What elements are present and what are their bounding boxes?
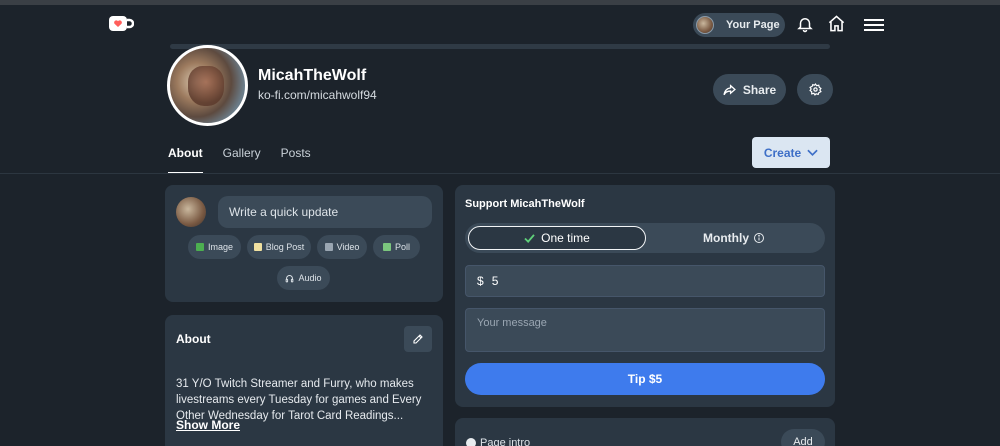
blog-post-chip[interactable]: Blog Post bbox=[247, 235, 311, 259]
avatar bbox=[176, 197, 206, 227]
quick-update-input[interactable]: Write a quick update bbox=[218, 196, 432, 228]
info-icon bbox=[754, 233, 764, 243]
tip-button[interactable]: Tip $5 bbox=[465, 363, 825, 395]
share-label: Share bbox=[742, 82, 777, 97]
monthly-option[interactable]: Monthly bbox=[646, 226, 822, 250]
blog-post-icon bbox=[253, 243, 262, 251]
support-card: Support MicahTheWolf One time Monthly $ … bbox=[455, 185, 835, 407]
avatar bbox=[696, 16, 714, 34]
about-text: 31 Y/O Twitch Streamer and Furry, who ma… bbox=[176, 378, 422, 422]
check-icon bbox=[524, 233, 535, 243]
tab-gallery[interactable]: Gallery bbox=[223, 140, 261, 174]
tabs-divider bbox=[0, 173, 1000, 174]
payment-frequency-toggle: One time Monthly bbox=[465, 223, 825, 253]
your-page-button[interactable]: Your Page bbox=[693, 13, 785, 37]
cover-edge bbox=[170, 44, 830, 49]
show-more-link[interactable]: Show More bbox=[176, 418, 240, 432]
amount-value: 5 bbox=[491, 274, 499, 288]
bell-icon[interactable] bbox=[794, 13, 816, 35]
headphones-icon bbox=[286, 274, 294, 282]
page-intro-label: Page intro bbox=[466, 437, 530, 446]
page-intro-icon bbox=[466, 438, 476, 446]
tab-posts[interactable]: Posts bbox=[281, 140, 311, 174]
image-chip[interactable]: Image bbox=[188, 235, 241, 259]
image-icon bbox=[195, 243, 204, 251]
support-title: Support MicahTheWolf bbox=[465, 198, 585, 210]
page-intro-card: Page intro Add bbox=[455, 418, 835, 446]
edit-about-button[interactable] bbox=[404, 326, 432, 352]
profile-avatar bbox=[167, 45, 248, 126]
your-page-label: Your Page bbox=[726, 19, 780, 31]
kofi-cup-logo-icon[interactable] bbox=[108, 14, 135, 34]
add-button[interactable]: Add bbox=[781, 429, 825, 446]
top-navbar: Your Page bbox=[0, 5, 1000, 43]
settings-button[interactable] bbox=[797, 74, 833, 105]
create-button[interactable]: Create bbox=[752, 137, 830, 168]
create-label: Create bbox=[763, 145, 802, 160]
video-icon bbox=[324, 243, 333, 251]
currency-symbol: $ bbox=[477, 274, 484, 288]
home-icon[interactable] bbox=[825, 12, 847, 34]
video-chip[interactable]: Video bbox=[317, 235, 367, 259]
share-icon bbox=[723, 83, 736, 95]
amount-input[interactable]: $ 5 bbox=[465, 265, 825, 297]
edit-icon bbox=[413, 334, 423, 344]
hamburger-menu-icon[interactable] bbox=[862, 14, 886, 36]
profile-url[interactable]: ko-fi.com/micahwolf94 bbox=[258, 88, 377, 102]
about-title: About bbox=[176, 332, 211, 346]
message-textarea[interactable]: Your message bbox=[465, 308, 825, 352]
gear-icon bbox=[808, 83, 822, 96]
chevron-down-icon bbox=[807, 149, 818, 156]
about-card: About 31 Y/O Twitch Streamer and Furry, … bbox=[165, 315, 443, 446]
share-button[interactable]: Share bbox=[713, 74, 786, 105]
poll-chip[interactable]: Poll bbox=[373, 235, 420, 259]
poll-icon bbox=[382, 243, 391, 251]
profile-tabs: About Gallery Posts bbox=[168, 140, 311, 174]
audio-chip[interactable]: Audio bbox=[277, 266, 330, 290]
one-time-option[interactable]: One time bbox=[468, 226, 646, 250]
profile-name: MicahTheWolf bbox=[258, 67, 367, 84]
quick-update-card: Write a quick update Image Blog Post Vid… bbox=[165, 185, 443, 302]
tab-about[interactable]: About bbox=[168, 140, 203, 174]
